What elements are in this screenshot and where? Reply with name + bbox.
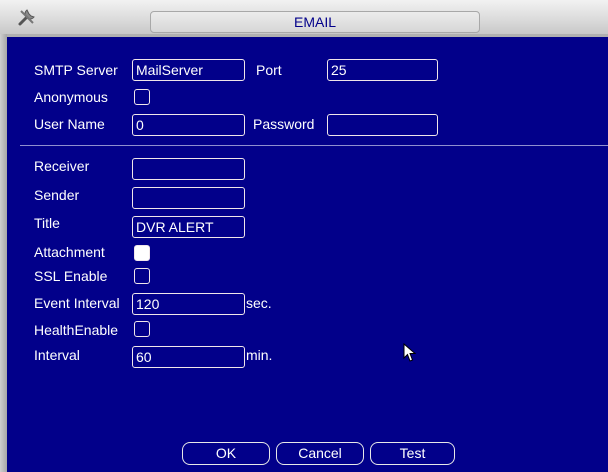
tools-icon <box>18 9 35 26</box>
ssl-enable-checkbox[interactable] <box>134 268 150 284</box>
event-interval-input[interactable]: 120 <box>132 293 245 315</box>
smtp-server-input[interactable]: MailServer <box>132 59 245 81</box>
attachment-checkbox[interactable] <box>134 245 150 261</box>
section-divider <box>20 145 608 146</box>
window-left-border <box>0 34 7 472</box>
interval-label: Interval <box>34 347 80 363</box>
mouse-pointer-icon <box>403 343 417 362</box>
interval-unit: min. <box>246 347 273 363</box>
window-title: EMAIL <box>150 11 480 33</box>
health-enable-label: HealthEnable <box>34 322 119 338</box>
event-interval-unit: sec. <box>246 295 272 311</box>
cancel-button[interactable]: Cancel <box>276 442 364 465</box>
anonymous-label: Anonymous <box>34 89 108 105</box>
receiver-label: Receiver <box>34 158 90 174</box>
title-input[interactable]: DVR ALERT <box>132 216 245 238</box>
port-input[interactable]: 25 <box>327 59 438 81</box>
receiver-input[interactable] <box>132 158 245 180</box>
interval-input[interactable]: 60 <box>132 346 245 368</box>
port-label: Port <box>256 62 282 78</box>
password-label: Password <box>253 116 315 132</box>
anonymous-checkbox[interactable] <box>134 89 150 105</box>
sender-label: Sender <box>34 187 80 203</box>
ok-button[interactable]: OK <box>182 442 270 465</box>
email-settings-window: EMAIL SMTP Server MailServer Port 25 Ano… <box>0 0 608 472</box>
sender-input[interactable] <box>132 187 245 209</box>
password-input[interactable] <box>327 114 438 136</box>
ssl-enable-label: SSL Enable <box>34 268 108 284</box>
username-label: User Name <box>34 116 105 132</box>
smtp-server-label: SMTP Server <box>34 62 118 78</box>
username-input[interactable]: 0 <box>132 114 245 136</box>
health-enable-checkbox[interactable] <box>134 321 150 337</box>
event-interval-label: Event Interval <box>34 295 120 311</box>
window-top-border <box>7 34 608 37</box>
title-bar: EMAIL <box>0 0 608 34</box>
title-label: Title <box>34 215 60 231</box>
test-button[interactable]: Test <box>370 442 455 465</box>
attachment-label: Attachment <box>34 244 105 260</box>
